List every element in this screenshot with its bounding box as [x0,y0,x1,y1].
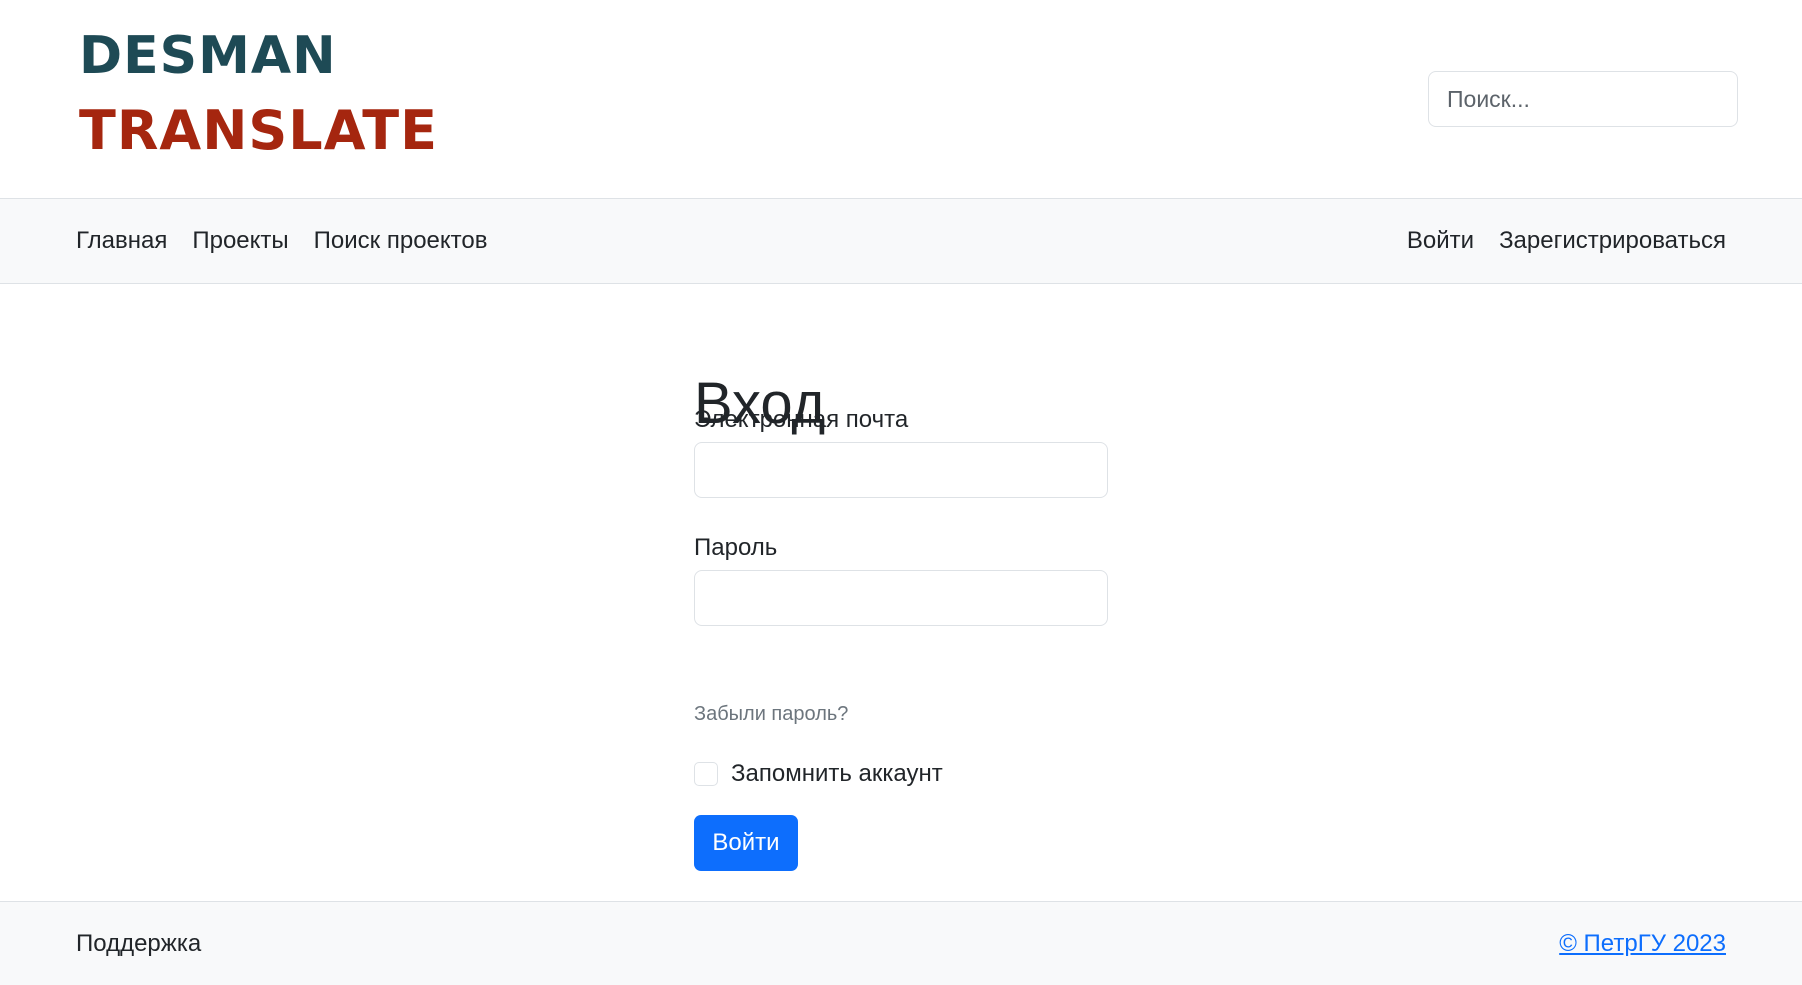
logo-desman-text: DESMAN [79,26,337,86]
nav-link-projects[interactable]: Проекты [192,227,288,255]
nav-link-project-search[interactable]: Поиск проектов [314,227,488,255]
page: DESMAN TRANSLATE Главная Проекты Поиск п… [0,0,1802,985]
nav-left-group: Главная Проекты Поиск проектов [76,199,487,283]
footer-support-text: Поддержка [76,930,202,957]
email-field[interactable] [694,442,1108,498]
nav-link-register[interactable]: Зарегистрироваться [1499,227,1726,255]
nav-link-login[interactable]: Войти [1407,227,1474,255]
footer-copyright-link[interactable]: © ПетрГУ 2023 [1559,902,1726,985]
password-label: Пароль [694,534,778,561]
forgot-password-link[interactable]: Забыли пароль? [694,703,848,726]
nav-right-group: Войти Зарегистрироваться [1407,199,1726,283]
remember-account-row: Запомнить аккаунт [694,760,943,788]
site-logo[interactable]: DESMAN TRANSLATE [79,30,438,158]
search-input[interactable] [1428,71,1738,127]
remember-account-label[interactable]: Запомнить аккаунт [731,760,943,788]
search-box [1428,71,1738,127]
password-field[interactable] [694,570,1108,626]
main-navbar: Главная Проекты Поиск проектов Войти Зар… [0,198,1802,284]
logo-translate-text: TRANSLATE [79,99,439,162]
email-label: Электронная почта [694,406,909,433]
remember-account-checkbox[interactable] [694,762,718,786]
site-header: DESMAN TRANSLATE [0,0,1802,198]
site-footer: Поддержка © ПетрГУ 2023 [0,901,1802,985]
nav-link-home[interactable]: Главная [76,227,167,255]
login-submit-button[interactable]: Войти [694,815,798,871]
